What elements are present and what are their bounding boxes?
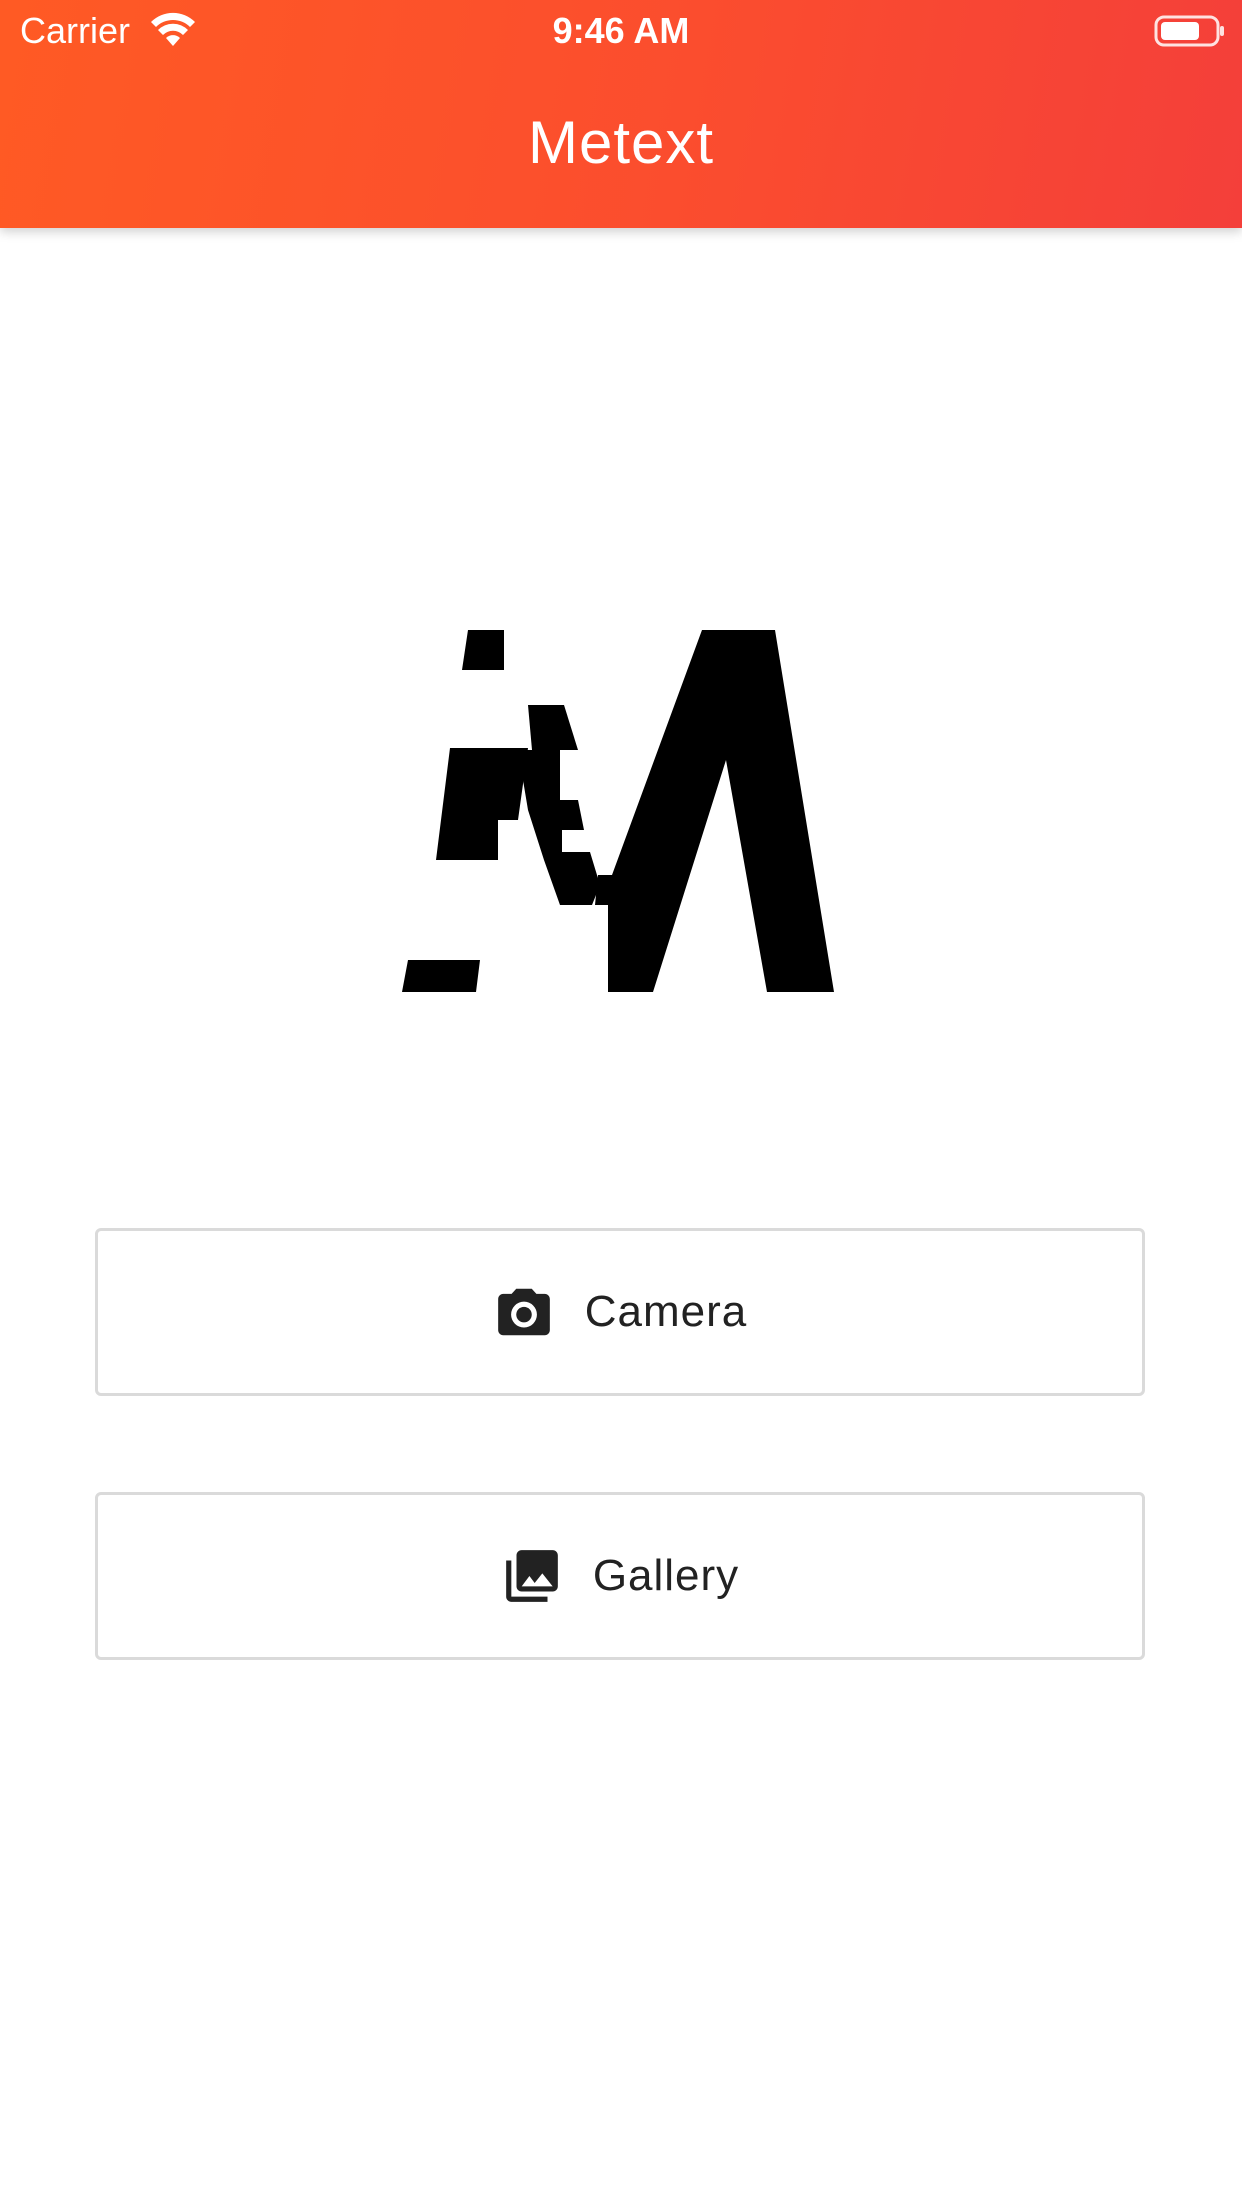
app-bar: Carrier 9:46 AM Metext <box>0 0 1242 228</box>
metext-logo <box>402 630 834 992</box>
gallery-button[interactable]: Gallery <box>95 1492 1145 1660</box>
camera-icon <box>497 1288 550 1336</box>
status-bar: Carrier 9:46 AM <box>0 0 1242 62</box>
camera-button[interactable]: Camera <box>95 1228 1145 1396</box>
gallery-button-label: Gallery <box>592 1551 740 1600</box>
battery-icon <box>1154 15 1224 47</box>
photo-library-icon <box>505 1550 558 1602</box>
camera-button-label: Camera <box>584 1287 748 1336</box>
status-time: 9:46 AM <box>552 10 690 51</box>
screen: Carrier 9:46 AM Metext Camera Gallery <box>0 0 1242 2208</box>
app-title: Metext <box>527 109 715 176</box>
